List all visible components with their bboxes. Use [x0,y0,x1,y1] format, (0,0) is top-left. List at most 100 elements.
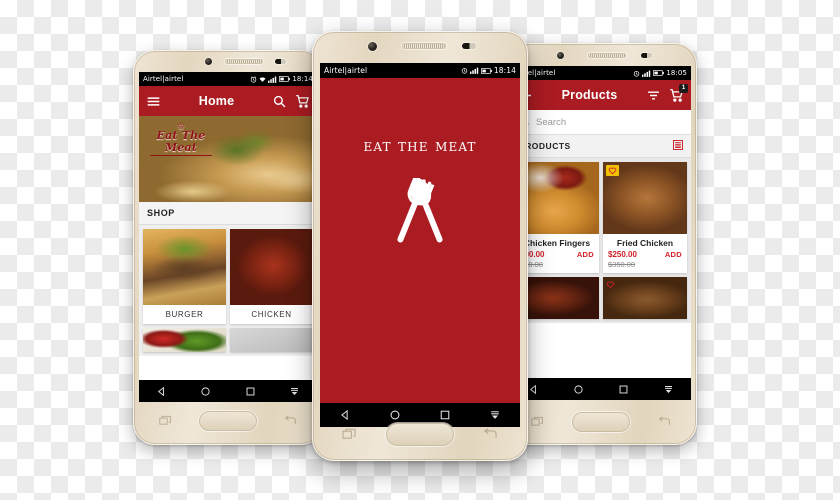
filter-icon[interactable] [646,88,661,103]
cart-icon[interactable] [295,94,310,109]
search-icon[interactable] [272,94,287,109]
proximity-sensor [275,59,286,64]
battery-icon [279,76,291,82]
search-placeholder: Search [536,116,567,128]
category-card-partial-right[interactable] [230,328,313,352]
category-card-partial-left[interactable] [143,328,226,352]
earpiece-speaker [588,53,626,58]
logo-rule [150,155,212,156]
signal-icon [642,70,651,77]
fork-and-spoon-icon [387,178,453,252]
product-name: Fried Chicken [616,238,674,248]
product-grid: Chicken Fingers 200.00 ADD 250.00 Fried … [511,158,691,323]
category-card-burger[interactable]: BURGER [143,229,226,324]
brand-logo: ♔ Eat The Meat [144,122,218,156]
product-card[interactable]: Fried Chicken $250.00 ADD $350.00 [603,162,687,273]
signal-icon [469,67,479,74]
front-camera [557,52,564,59]
android-nav-bar [139,380,317,402]
proximity-sensor [462,43,476,49]
recents-key[interactable] [159,415,172,426]
grey-image [230,328,313,352]
back-key[interactable] [658,416,671,427]
proximity-sensor [641,53,652,58]
alarm-icon [461,68,468,74]
salad-image [143,328,226,352]
search-input[interactable]: Search [511,110,691,135]
home-circle-icon[interactable] [389,409,401,421]
cart-icon[interactable]: 1 [669,83,688,103]
signal-icon [268,76,277,83]
home-circle-icon[interactable] [573,384,584,395]
app-bar: Products 1 [511,80,691,110]
splash-title: Eat the Meat [363,136,477,156]
phone-center: Airtel|airtel 18:14 Eat the Meat [312,31,528,461]
home-circle-icon[interactable] [200,386,211,397]
back-triangle-icon[interactable] [156,386,167,397]
phone-right-screen: Airtel|airtel 18:05 Products 1 Search PR… [511,66,691,400]
product-image [603,162,687,234]
heart-outline-icon[interactable] [606,165,619,176]
page-title: Products [561,88,618,102]
heart-outline-icon[interactable] [606,280,615,289]
screenshot-stage: Airtel|airtel 18:14 Home ♔ Eat The Meat … [0,0,840,500]
category-label: CHICKEN [251,310,292,319]
back-triangle-icon[interactable] [528,384,539,395]
add-to-cart-button[interactable]: ADD [577,250,594,259]
status-bar: Airtel|airtel 18:05 [511,66,691,80]
carrier-label: Airtel|airtel [324,66,368,75]
physical-home-button[interactable] [572,412,630,432]
alarm-icon [634,70,640,77]
recents-square-icon[interactable] [618,384,629,395]
add-to-cart-button[interactable]: ADD [665,250,682,259]
products-list-header: PRODUCTS [511,135,691,158]
phone-left-top-bezel [133,50,323,72]
page-title: Home [198,94,235,108]
physical-home-button[interactable] [199,411,257,431]
burger-image [143,229,226,305]
back-key[interactable] [483,428,498,440]
status-icons: 18:14 [250,75,313,83]
recents-key[interactable] [531,416,544,427]
android-nav-bar [511,378,691,400]
back-key[interactable] [284,415,297,426]
hide-keyboard-icon[interactable] [489,409,501,421]
category-card-chicken[interactable]: CHICKEN [230,229,313,324]
hide-keyboard-icon[interactable] [663,384,674,395]
status-bar: Airtel|airtel 18:14 [320,63,520,78]
earpiece-speaker [225,59,263,64]
front-camera [368,42,377,51]
carrier-label: Airtel|airtel [143,75,184,83]
shop-section-title: SHOP [139,202,317,225]
hamburger-menu-icon[interactable] [146,94,161,109]
clock-label: 18:14 [493,66,516,75]
phone-left-screen: Airtel|airtel 18:14 Home ♔ Eat The Meat … [139,72,317,402]
list-view-icon[interactable] [673,140,683,152]
back-triangle-icon[interactable] [339,409,351,421]
category-grid: BURGER CHICKEN [139,225,317,356]
hide-keyboard-icon[interactable] [289,386,300,397]
battery-icon [653,70,665,76]
battery-icon [480,67,492,74]
product-image [603,277,687,319]
alarm-icon [251,75,257,83]
recents-key[interactable] [342,428,357,440]
phone-right: Airtel|airtel 18:05 Products 1 Search PR… [505,43,697,445]
cart-badge: 1 [679,83,688,93]
phone-left: Airtel|airtel 18:14 Home ♔ Eat The Meat … [133,50,323,445]
hero-banner[interactable]: ♔ Eat The Meat [139,116,317,202]
app-bar: Home [139,86,317,116]
phone-right-top-bezel [505,43,697,66]
product-price: $250.00 [608,250,637,259]
clock-label: 18:14 [292,75,313,83]
phone-center-top-bezel [312,31,528,63]
status-icons: 18:14 [461,66,516,75]
chicken-image [230,229,313,305]
product-card-partial[interactable] [603,277,687,319]
recents-square-icon[interactable] [245,386,256,397]
product-old-price: $350.00 [608,260,636,269]
splash-screen: Eat the Meat [320,78,520,403]
front-camera [205,58,212,65]
physical-home-button[interactable] [386,423,454,446]
recents-square-icon[interactable] [439,409,451,421]
